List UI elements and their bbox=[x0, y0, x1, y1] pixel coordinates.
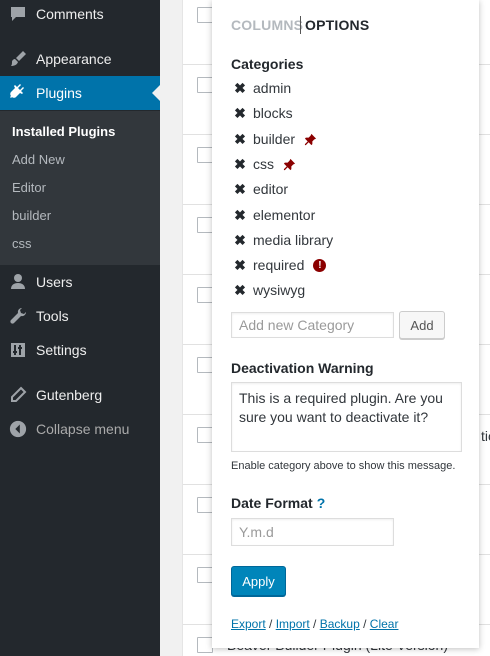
plugins-submenu: Installed Plugins Add New Editor builder… bbox=[0, 111, 160, 265]
date-format-label: Date Format bbox=[231, 495, 313, 511]
current-menu-arrow bbox=[152, 85, 160, 101]
backup-link[interactable]: Backup bbox=[320, 617, 360, 631]
pin-icon[interactable] bbox=[283, 158, 296, 171]
category-name[interactable]: blocks bbox=[253, 105, 293, 121]
menu-tools[interactable]: Tools bbox=[0, 299, 160, 333]
category-name[interactable]: css bbox=[253, 156, 274, 172]
category-item: ✖ admin bbox=[233, 78, 291, 98]
apply-button[interactable]: Apply bbox=[231, 566, 286, 596]
submenu-builder[interactable]: builder bbox=[12, 208, 51, 223]
submenu-css[interactable]: css bbox=[12, 236, 32, 251]
submenu-add-new[interactable]: Add New bbox=[12, 152, 65, 167]
menu-comments-label: Comments bbox=[36, 6, 104, 22]
row-checkbox[interactable] bbox=[197, 147, 213, 163]
settings-icon bbox=[0, 340, 36, 360]
category-item: ✖ css bbox=[233, 154, 296, 174]
remove-category-icon[interactable]: ✖ bbox=[233, 156, 247, 173]
menu-appearance-label: Appearance bbox=[36, 51, 112, 67]
paintbrush-icon bbox=[0, 49, 36, 69]
link-separator: / bbox=[359, 617, 370, 631]
row-checkbox[interactable] bbox=[197, 357, 213, 373]
menu-tools-label: Tools bbox=[36, 308, 69, 324]
row-checkbox[interactable] bbox=[197, 77, 213, 93]
add-category-input[interactable] bbox=[231, 312, 394, 338]
remove-category-icon[interactable]: ✖ bbox=[233, 80, 247, 97]
category-item: ✖ required! bbox=[233, 255, 327, 275]
row-checkbox[interactable] bbox=[197, 567, 213, 583]
link-separator: / bbox=[265, 617, 276, 631]
plugin-description-fragment: tio bbox=[481, 428, 490, 444]
collapse-menu-label: Collapse menu bbox=[36, 421, 130, 437]
category-name[interactable]: wysiwyg bbox=[253, 282, 305, 298]
category-item: ✖ editor bbox=[233, 179, 288, 199]
pencil-icon bbox=[0, 385, 36, 405]
menu-settings-label: Settings bbox=[36, 342, 87, 358]
submenu-editor[interactable]: Editor bbox=[12, 180, 46, 195]
clear-link[interactable]: Clear bbox=[370, 617, 399, 631]
row-checkbox[interactable] bbox=[197, 287, 213, 303]
category-item: ✖ builder bbox=[233, 129, 317, 149]
required-alert-icon: ! bbox=[313, 258, 327, 272]
category-item: ✖ elementor bbox=[233, 205, 315, 225]
remove-category-icon[interactable]: ✖ bbox=[233, 181, 247, 198]
pin-icon[interactable] bbox=[304, 133, 317, 146]
date-format-input[interactable] bbox=[231, 518, 394, 546]
plugin-icon bbox=[0, 83, 36, 103]
category-item: ✖ media library bbox=[233, 230, 333, 250]
comment-icon bbox=[0, 4, 36, 24]
row-checkbox[interactable] bbox=[197, 217, 213, 233]
tab-divider bbox=[300, 16, 301, 34]
footer-links: Export / Import / Backup / Clear bbox=[231, 617, 398, 631]
deactivation-warning-textarea[interactable]: This is a required plugin. Are you sure … bbox=[231, 382, 462, 452]
import-link[interactable]: Import bbox=[276, 617, 310, 631]
category-name[interactable]: media library bbox=[253, 232, 333, 248]
deactivation-warning-help: Enable category above to show this messa… bbox=[231, 460, 456, 472]
category-item: ✖ blocks bbox=[233, 103, 293, 123]
wrench-icon bbox=[0, 306, 36, 326]
remove-category-icon[interactable]: ✖ bbox=[233, 131, 247, 148]
menu-users[interactable]: Users bbox=[0, 265, 160, 299]
categories-title: Categories bbox=[231, 56, 304, 72]
collapse-menu-button[interactable]: Collapse menu bbox=[0, 412, 160, 446]
category-name[interactable]: elementor bbox=[253, 207, 315, 223]
menu-comments[interactable]: Comments bbox=[0, 0, 160, 31]
export-link[interactable]: Export bbox=[231, 617, 266, 631]
user-icon bbox=[0, 272, 36, 292]
tab-options[interactable]: OPTIONS bbox=[305, 17, 369, 33]
remove-category-icon[interactable]: ✖ bbox=[233, 232, 247, 249]
remove-category-icon[interactable]: ✖ bbox=[233, 257, 247, 274]
row-checkbox[interactable] bbox=[197, 7, 213, 23]
menu-gutenberg[interactable]: Gutenberg bbox=[0, 378, 160, 412]
date-format-help-link[interactable]: ? bbox=[317, 495, 326, 511]
menu-gutenberg-label: Gutenberg bbox=[36, 387, 103, 403]
deactivation-warning-title: Deactivation Warning bbox=[231, 360, 374, 376]
menu-plugins-label: Plugins bbox=[36, 85, 82, 101]
tab-columns[interactable]: COLUMNS bbox=[231, 17, 303, 33]
menu-settings[interactable]: Settings bbox=[0, 333, 160, 367]
menu-appearance[interactable]: Appearance bbox=[0, 42, 160, 76]
row-checkbox[interactable] bbox=[197, 497, 213, 513]
admin-sidebar: Comments Appearance Plugins Installed Pl… bbox=[0, 0, 160, 656]
remove-category-icon[interactable]: ✖ bbox=[233, 282, 247, 299]
category-item: ✖ wysiwyg bbox=[233, 280, 305, 300]
link-separator: / bbox=[309, 617, 320, 631]
row-checkbox[interactable] bbox=[197, 637, 213, 653]
menu-users-label: Users bbox=[36, 274, 73, 290]
row-checkbox[interactable] bbox=[197, 427, 213, 443]
menu-plugins[interactable]: Plugins bbox=[0, 76, 160, 110]
category-name[interactable]: admin bbox=[253, 80, 291, 96]
category-name[interactable]: editor bbox=[253, 181, 288, 197]
collapse-arrow-icon bbox=[0, 420, 36, 438]
category-name[interactable]: required bbox=[253, 257, 304, 273]
remove-category-icon[interactable]: ✖ bbox=[233, 207, 247, 224]
submenu-installed-plugins[interactable]: Installed Plugins bbox=[12, 124, 115, 139]
plugin-options-panel: COLUMNS OPTIONS Categories ✖ admin ✖ blocks… bbox=[212, 0, 479, 648]
remove-category-icon[interactable]: ✖ bbox=[233, 105, 247, 122]
add-category-button[interactable]: Add bbox=[399, 311, 445, 339]
category-name[interactable]: builder bbox=[253, 131, 295, 147]
date-format-title: Date Format? bbox=[231, 495, 325, 511]
